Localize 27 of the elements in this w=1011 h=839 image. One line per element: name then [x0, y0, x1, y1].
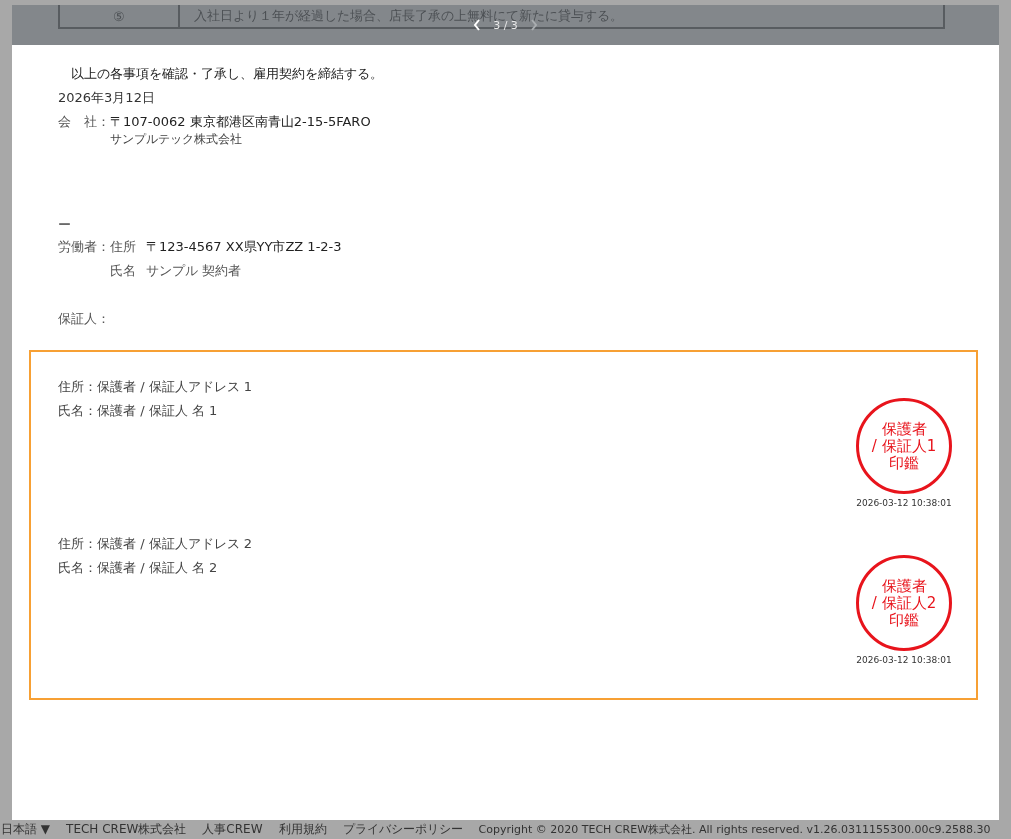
- dash-text: ー: [58, 216, 72, 234]
- company-label: 会 社：: [58, 113, 110, 131]
- footer-link[interactable]: 人事CREW: [202, 821, 263, 838]
- seal-timestamp: 2026-03-12 10:38:01: [856, 498, 952, 508]
- name-label: 氏名: [110, 262, 137, 280]
- worker-name: サンプル 契約者: [146, 262, 243, 280]
- worker-address: 〒123-4567 XX県YY市ZZ 1-2-3: [146, 238, 342, 256]
- guarantor-address: 住所：保護者 / 保証人アドレス 2: [58, 535, 253, 553]
- page-counter: 3 / 3: [493, 18, 518, 32]
- address-label: 住所: [110, 238, 137, 256]
- worker-label: 労働者：: [58, 238, 110, 256]
- seal-stamp: 保護者 / 保証人1 印鑑: [856, 398, 952, 494]
- company-name: サンプルテック株式会社: [110, 131, 243, 148]
- seal-stamp: 保護者 / 保証人2 印鑑: [856, 555, 952, 651]
- copyright-text: Copyright © 2020 TECH CREW株式会社. All rights reserved. v1.26.0311155300.00c9.2588.30: [478, 822, 991, 837]
- footer-link[interactable]: プライバシーポリシー: [342, 821, 463, 838]
- guarantor-name: 氏名：保護者 / 保証人 名 2: [58, 559, 219, 577]
- agreement-text: 以上の各事項を確認・了承し、雇用契約を締結する。: [71, 65, 384, 83]
- seal-timestamp: 2026-03-12 10:38:01: [856, 655, 952, 665]
- footer-link[interactable]: 利用規約: [278, 821, 327, 838]
- guarantor-name: 氏名：保護者 / 保証人 名 1: [58, 402, 219, 420]
- language-selector[interactable]: 日本語 ▼: [1, 821, 51, 838]
- company-address: 〒107-0062 東京都港区南青山2-15-5FARO: [110, 113, 371, 131]
- guarantor-label: 保証人：: [58, 310, 111, 328]
- contract-date: 2026年3月12日: [58, 89, 156, 107]
- guarantor-address: 住所：保護者 / 保証人アドレス 1: [58, 378, 253, 396]
- footer-link[interactable]: TECH CREW株式会社: [66, 821, 187, 838]
